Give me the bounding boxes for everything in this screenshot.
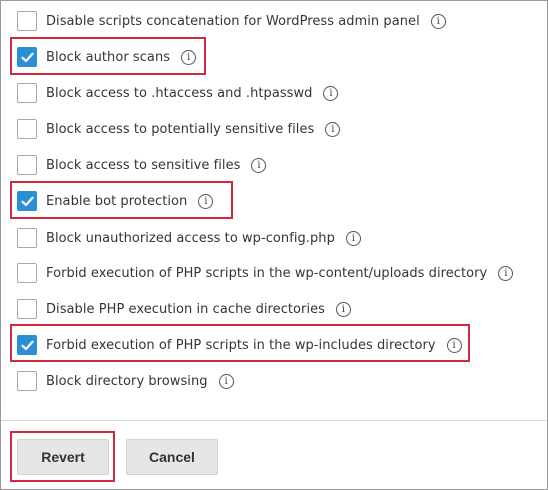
checkbox[interactable] bbox=[17, 299, 37, 319]
option-block-wp-config[interactable]: Block unauthorized access to wp-config.p… bbox=[17, 227, 361, 249]
option-block-htaccess[interactable]: Block access to .htaccess and .htpasswd … bbox=[17, 82, 339, 104]
option-label: Block access to potentially sensitive fi… bbox=[46, 121, 315, 137]
highlight-box bbox=[10, 324, 470, 362]
option-label: Disable PHP execution in cache directori… bbox=[46, 301, 325, 317]
checkbox[interactable] bbox=[17, 119, 37, 139]
option-block-potentially-sensitive-files[interactable]: Block access to potentially sensitive fi… bbox=[17, 118, 341, 140]
option-label: Block unauthorized access to wp-config.p… bbox=[46, 230, 335, 246]
revert-button[interactable]: Revert bbox=[17, 439, 109, 475]
info-icon[interactable]: i bbox=[323, 85, 339, 101]
option-label: Block access to sensitive files bbox=[46, 157, 241, 173]
divider bbox=[1, 420, 547, 421]
info-icon[interactable]: i bbox=[251, 157, 267, 173]
checkbox[interactable] bbox=[17, 263, 37, 283]
info-icon[interactable]: i bbox=[345, 230, 361, 246]
info-icon[interactable]: i bbox=[498, 265, 514, 281]
option-forbid-php-uploads[interactable]: Forbid execution of PHP scripts in the w… bbox=[17, 262, 514, 284]
option-label: Disable scripts concatenation for WordPr… bbox=[46, 13, 420, 29]
option-label: Block directory browsing bbox=[46, 373, 208, 389]
checkbox[interactable] bbox=[17, 228, 37, 248]
option-disable-php-cache[interactable]: Disable PHP execution in cache directori… bbox=[17, 298, 351, 320]
option-label: Forbid execution of PHP scripts in the w… bbox=[46, 265, 488, 281]
info-icon[interactable]: i bbox=[218, 373, 234, 389]
highlight-box bbox=[10, 37, 206, 75]
security-settings-panel: Disable scripts concatenation for WordPr… bbox=[0, 0, 548, 490]
checkbox[interactable] bbox=[17, 11, 37, 31]
checkbox[interactable] bbox=[17, 83, 37, 103]
option-block-directory-browsing[interactable]: Block directory browsing i bbox=[17, 370, 234, 392]
option-label: Block access to .htaccess and .htpasswd bbox=[46, 85, 313, 101]
info-icon[interactable]: i bbox=[430, 13, 446, 29]
info-icon[interactable]: i bbox=[335, 301, 351, 317]
highlight-box bbox=[10, 181, 233, 219]
option-disable-scripts-concatenation[interactable]: Disable scripts concatenation for WordPr… bbox=[17, 10, 446, 32]
checkbox[interactable] bbox=[17, 371, 37, 391]
cancel-button[interactable]: Cancel bbox=[126, 439, 218, 475]
option-block-sensitive-files[interactable]: Block access to sensitive files i bbox=[17, 154, 267, 176]
checkbox[interactable] bbox=[17, 155, 37, 175]
info-icon[interactable]: i bbox=[325, 121, 341, 137]
